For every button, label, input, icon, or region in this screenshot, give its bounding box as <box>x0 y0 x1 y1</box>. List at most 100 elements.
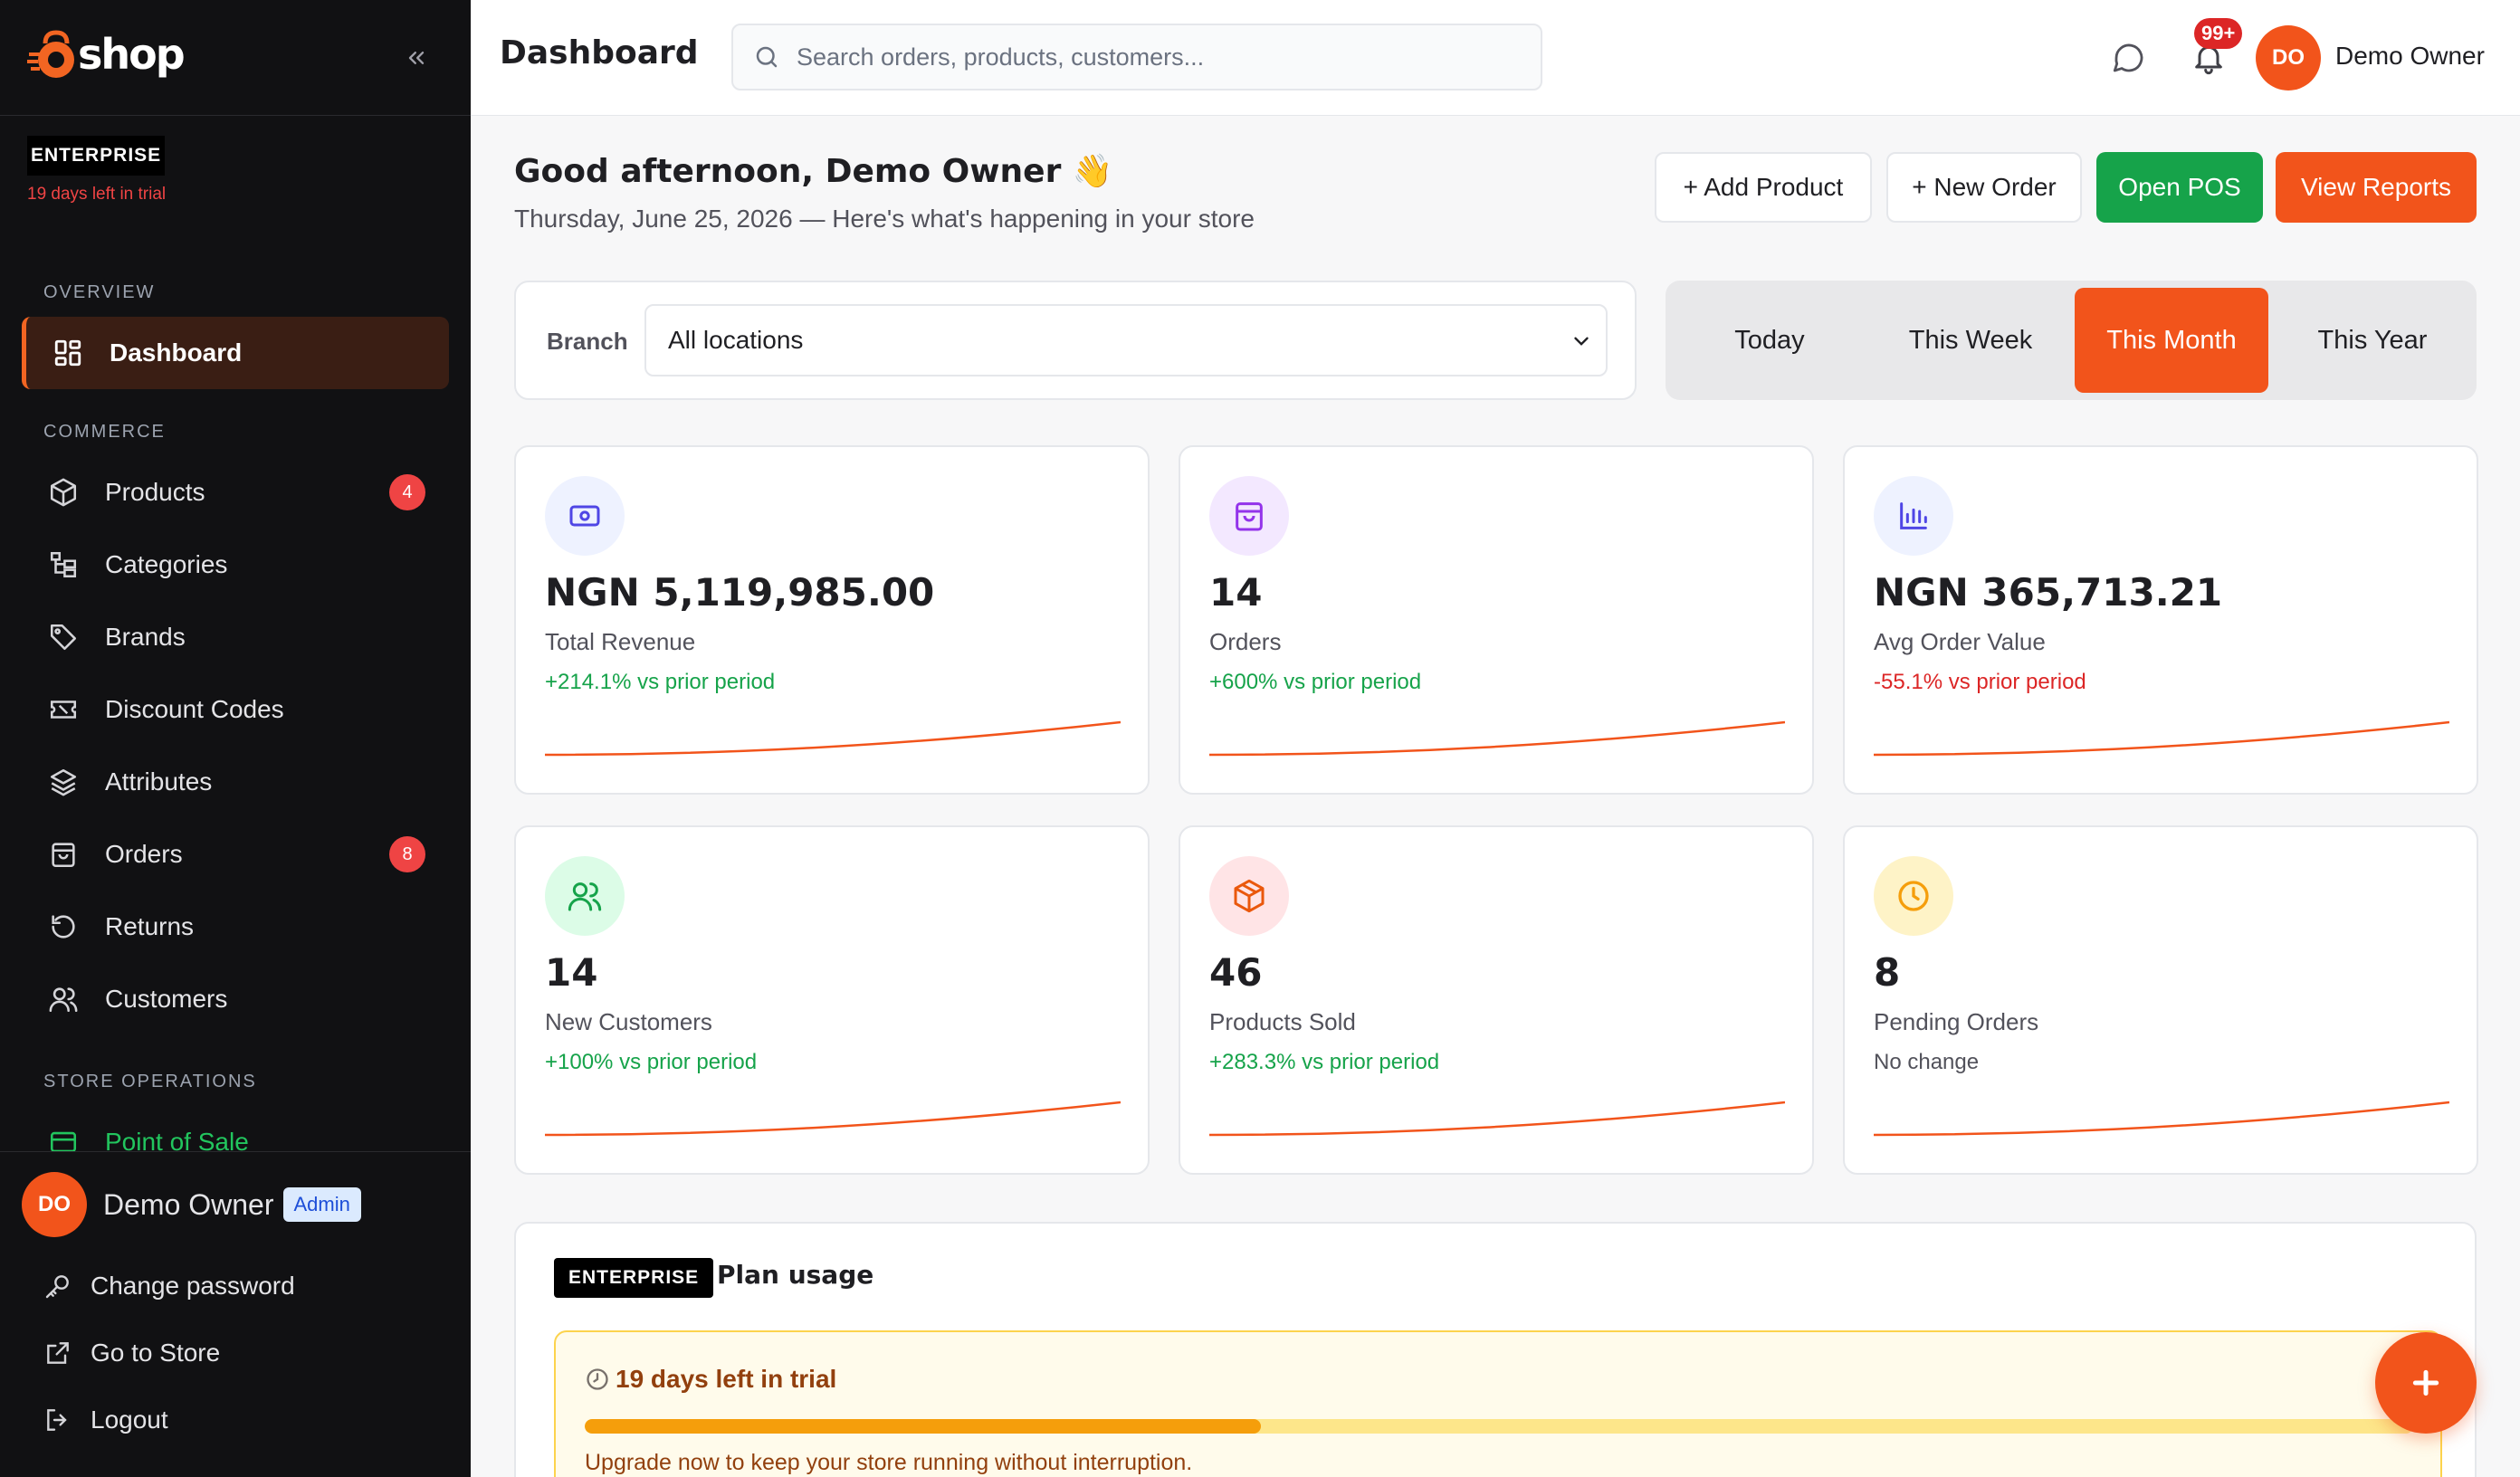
go-to-store-label: Go to Store <box>91 1339 221 1367</box>
tab-today[interactable]: Today <box>1673 288 1866 393</box>
sidebar-item-attributes[interactable]: Attributes <box>22 746 449 818</box>
plan-chip: ENTERPRISE <box>27 136 166 176</box>
sidebar-item-label: Returns <box>105 912 195 940</box>
sidebar-item-customers[interactable]: Customers <box>22 963 449 1035</box>
logo[interactable]: shop <box>27 27 186 81</box>
collapse-sidebar-button[interactable] <box>398 40 434 76</box>
sidebar-item-categories[interactable]: Categories <box>22 529 449 601</box>
stat-value: NGN 5,119,985.00 <box>545 570 935 615</box>
messages-button[interactable] <box>2107 36 2151 80</box>
notification-count-badge: 99+ <box>2194 18 2243 49</box>
chevron-down-icon <box>1574 337 1589 346</box>
sidebar-item-label: Brands <box>105 623 186 651</box>
sparkline <box>1209 720 1785 757</box>
tab-this-month[interactable]: This Month <box>2075 288 2268 393</box>
cash-icon <box>545 476 625 556</box>
sidebar-item-label: Dashboard <box>110 338 243 367</box>
stat-label: Avg Order Value <box>1874 628 2046 655</box>
trial-banner-title: 19 days left in trial <box>585 1365 836 1394</box>
external-link-icon <box>42 1337 74 1369</box>
trial-progress-bar <box>585 1419 2413 1434</box>
stat-value: NGN 365,713.21 <box>1874 570 2223 615</box>
stat-value: 14 <box>545 950 598 995</box>
branch-filter-card: Branch All locations <box>514 281 1637 400</box>
sidebar-item-dashboard[interactable]: Dashboard <box>22 317 449 389</box>
period-selector: Today This Week This Month This Year <box>1666 281 2477 400</box>
plus-icon <box>2412 1369 2439 1396</box>
package-icon <box>1209 856 1289 936</box>
sparkline <box>1874 720 2449 757</box>
sidebar-item-discount-codes[interactable]: Discount Codes <box>22 673 449 746</box>
change-password-link[interactable]: Change password <box>42 1270 295 1302</box>
clock-icon <box>585 1367 610 1392</box>
stat-change: +100% vs prior period <box>545 1050 758 1074</box>
tab-this-week[interactable]: This Week <box>1874 288 2067 393</box>
logout-link[interactable]: Logout <box>42 1404 168 1436</box>
role-badge: Admin <box>282 1187 361 1222</box>
logout-label: Logout <box>91 1406 168 1434</box>
products-count-badge: 4 <box>389 474 425 510</box>
orders-count-badge: 8 <box>389 836 425 872</box>
sparkline <box>1874 1101 2449 1137</box>
section-label-overview: OVERVIEW <box>43 282 156 302</box>
stat-card-products-sold[interactable]: 46 Products Sold +283.3% vs prior period <box>1179 825 1814 1175</box>
tab-this-year[interactable]: This Year <box>2276 288 2469 393</box>
view-reports-button[interactable]: View Reports <box>2276 152 2477 223</box>
tag-icon <box>45 619 81 655</box>
sidebar-item-label: Customers <box>105 985 228 1013</box>
stat-card-new-customers[interactable]: 14 New Customers +100% vs prior period <box>514 825 1150 1175</box>
stat-value: 8 <box>1874 950 1901 995</box>
new-order-button[interactable]: + New Order <box>1886 152 2082 223</box>
avatar: DO <box>22 1172 87 1237</box>
stat-card-total-revenue[interactable]: NGN 5,119,985.00 Total Revenue +214.1% v… <box>514 445 1150 795</box>
stat-card-orders[interactable]: 14 Orders +600% vs prior period <box>1179 445 1814 795</box>
user-name: Demo Owner <box>103 1187 274 1221</box>
branch-label: Branch <box>547 328 628 355</box>
stat-label: New Customers <box>545 1008 712 1035</box>
sidebar-item-label: Orders <box>105 840 183 868</box>
sidebar-item-brands[interactable]: Brands <box>22 601 449 673</box>
stat-label: Total Revenue <box>545 628 696 655</box>
stat-change: +600% vs prior period <box>1209 670 1422 694</box>
avatar[interactable]: DO <box>2256 25 2321 91</box>
return-icon <box>45 909 81 945</box>
layers-icon <box>45 764 81 800</box>
stat-value: 46 <box>1209 950 1263 995</box>
topbar: Dashboard 99+ DO Demo Owner <box>471 0 2520 116</box>
stat-label: Pending Orders <box>1874 1008 2039 1035</box>
trial-message: Upgrade now to keep your store running w… <box>585 1450 1193 1475</box>
section-label-commerce: COMMERCE <box>43 422 166 442</box>
topbar-user-name[interactable]: Demo Owner <box>2335 42 2485 71</box>
add-product-button[interactable]: + Add Product <box>1655 152 1872 223</box>
branch-select-value: All locations <box>668 326 804 354</box>
search-box[interactable] <box>731 24 1542 91</box>
sidebar-item-label: Discount Codes <box>105 695 284 723</box>
page-title: Dashboard <box>500 34 699 71</box>
tree-icon <box>45 547 81 583</box>
sidebar-item-label: Products <box>105 478 205 506</box>
sidebar-item-orders[interactable]: Orders 8 <box>22 818 449 891</box>
quick-add-button[interactable] <box>2375 1332 2477 1434</box>
logout-icon <box>42 1404 74 1436</box>
branch-select[interactable]: All locations <box>644 304 1608 376</box>
search-input[interactable] <box>797 43 1521 71</box>
sidebar-item-returns[interactable]: Returns <box>22 891 449 963</box>
sparkline <box>1209 1101 1785 1137</box>
chat-bubble-icon <box>2113 43 2143 72</box>
sparkline <box>545 720 1121 757</box>
stat-change: -55.1% vs prior period <box>1874 670 2086 694</box>
go-to-store-link[interactable]: Go to Store <box>42 1337 220 1369</box>
stat-label: Products Sold <box>1209 1008 1356 1035</box>
stat-card-pending-orders[interactable]: 8 Pending Orders No change <box>1843 825 2478 1175</box>
change-password-label: Change password <box>91 1272 295 1300</box>
logo-bag-icon <box>27 27 81 81</box>
open-pos-button[interactable]: Open POS <box>2096 152 2263 223</box>
cube-icon <box>45 474 81 510</box>
stat-card-avg-order-value[interactable]: NGN 365,713.21 Avg Order Value -55.1% vs… <box>1843 445 2478 795</box>
sidebar-item-products[interactable]: Products 4 <box>22 456 449 529</box>
bar-chart-icon <box>1874 476 1953 556</box>
section-label-store-operations: STORE OPERATIONS <box>43 1072 257 1091</box>
users-icon <box>45 981 81 1017</box>
sidebar-user[interactable]: DO Demo Owner Admin <box>22 1172 361 1237</box>
key-icon <box>42 1270 74 1302</box>
